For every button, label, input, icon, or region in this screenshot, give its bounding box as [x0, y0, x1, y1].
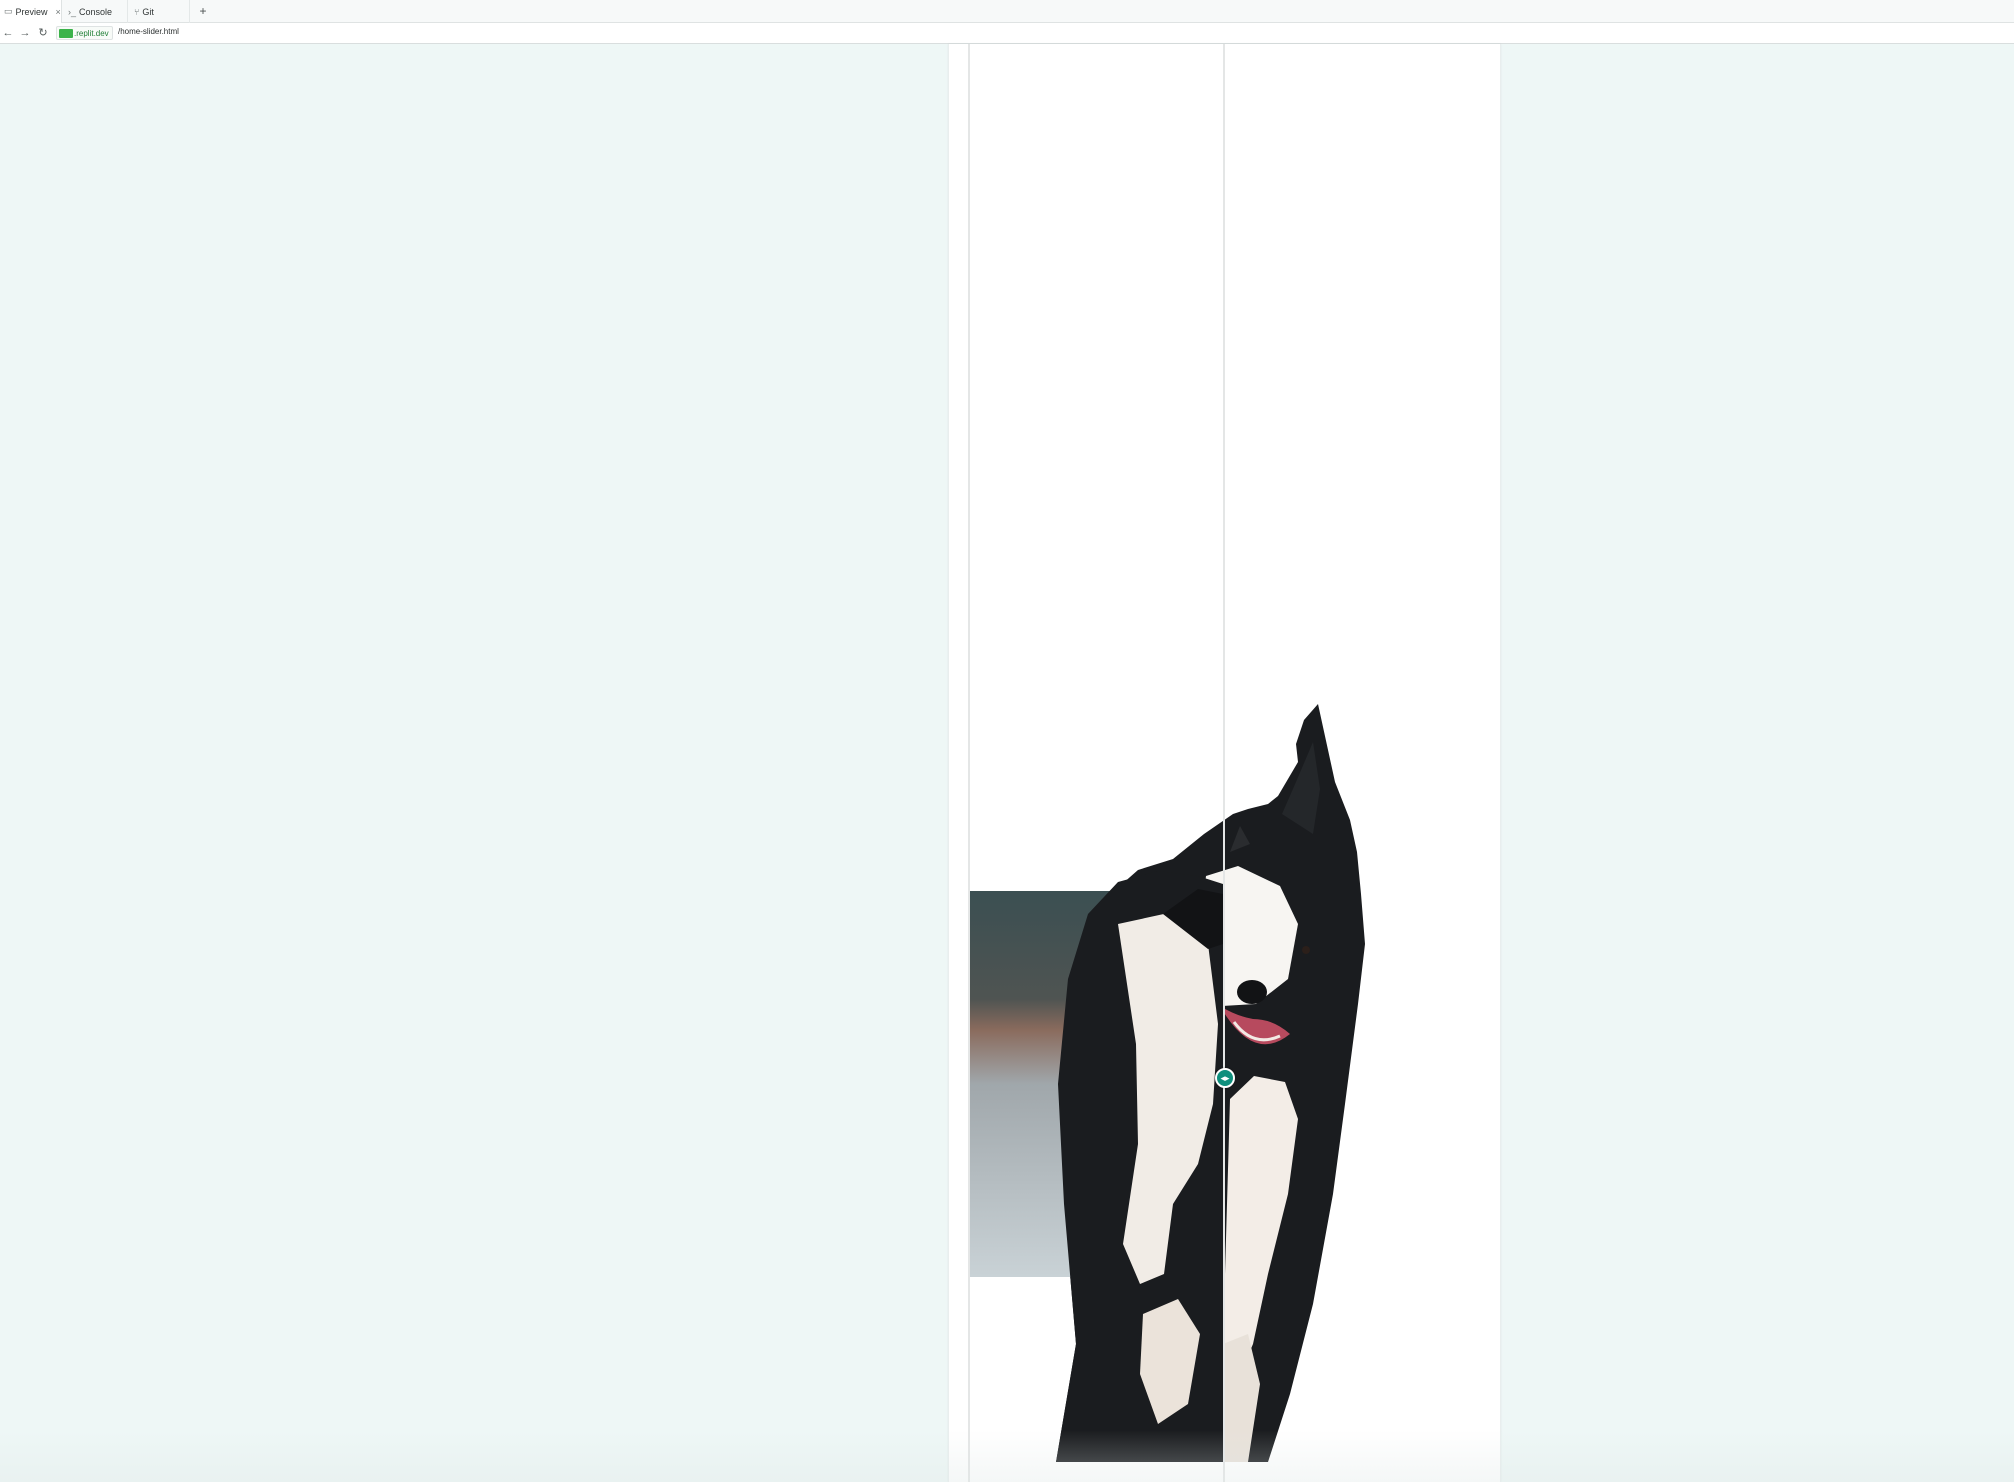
slider-handle[interactable]: ◂▸ [1215, 1068, 1235, 1088]
address-bar: ← → ↻ .replit.dev /home-slider.html [0, 23, 2014, 44]
domain-label: .replit.dev [74, 28, 109, 38]
tab-console[interactable]: ›_ Console [62, 0, 128, 23]
url-path-input[interactable]: /home-slider.html [118, 27, 179, 36]
back-button[interactable]: ← [1, 26, 15, 40]
add-tab-button[interactable]: + [196, 4, 210, 18]
reload-button[interactable]: ↻ [36, 26, 50, 40]
left-page-rule [968, 44, 970, 1482]
tab-git[interactable]: ⑂ Git [128, 0, 190, 23]
tab-preview[interactable]: ▭ Preview × [0, 0, 62, 23]
handle-arrows-icon: ◂▸ [1220, 1072, 1230, 1083]
tab-bar: ▭ Preview × ›_ Console ⑂ Git + [0, 0, 2014, 23]
before-image-clip [968, 44, 1223, 1482]
forward-button[interactable]: → [18, 26, 32, 40]
before-image [968, 871, 1223, 1462]
tab-preview-label: Preview [15, 6, 48, 17]
slider-divider[interactable] [1223, 44, 1225, 1482]
tab-console-label: Console [79, 6, 113, 17]
before-after-slider[interactable] [968, 44, 1480, 1482]
monitor-icon: ▭ [4, 6, 13, 16]
terminal-icon: ›_ [68, 6, 77, 17]
tab-git-label: Git [142, 6, 154, 17]
close-icon[interactable]: × [56, 7, 61, 17]
replit-badge-icon [59, 28, 73, 38]
domain-pill[interactable]: .replit.dev [56, 26, 113, 40]
git-branch-icon: ⑂ [134, 6, 140, 17]
